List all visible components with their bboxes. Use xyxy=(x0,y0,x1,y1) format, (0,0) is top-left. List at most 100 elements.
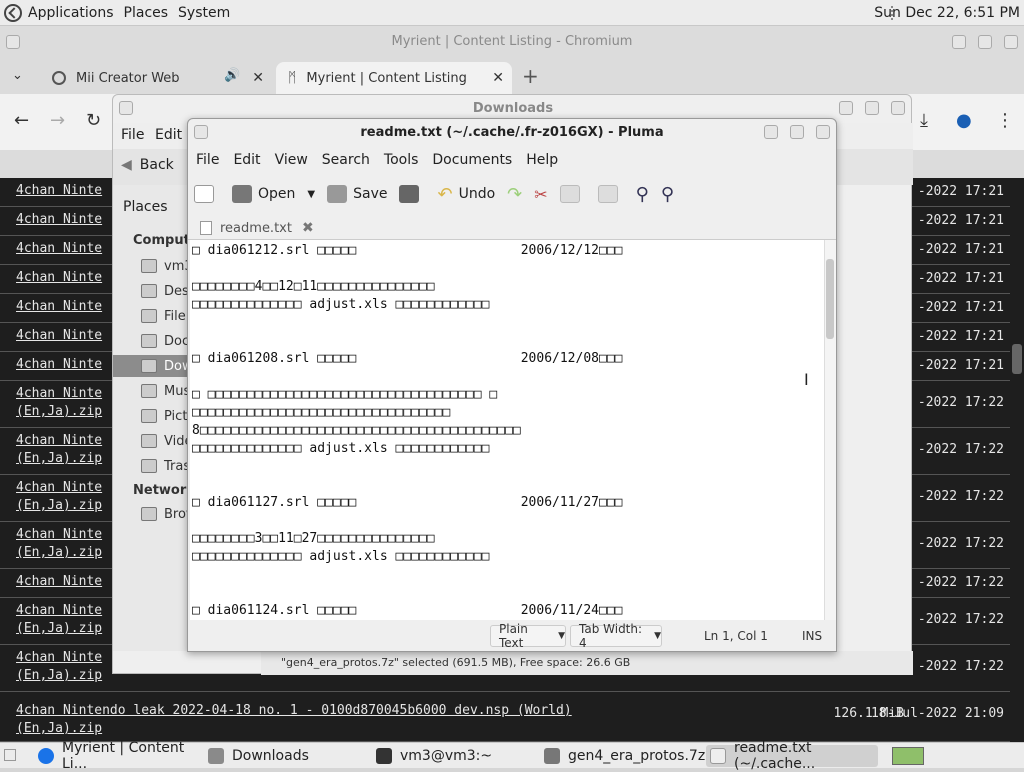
system-menu[interactable]: System xyxy=(174,0,236,26)
table-row[interactable]: 4chan Nintendo leak 2022-04-18 no. 1 - 0… xyxy=(0,698,1024,742)
replace-button[interactable]: ⚲ xyxy=(655,179,680,209)
close-button[interactable] xyxy=(1004,35,1018,49)
close-tab-icon[interactable]: ✖ xyxy=(302,220,314,236)
menu-help[interactable]: Help xyxy=(526,152,558,168)
tab-myrient[interactable]: ᛗ Myrient | Content Listing ✕ xyxy=(276,62,512,94)
folder-icon xyxy=(141,309,157,323)
file-link[interactable]: 4chan Ninte (En,Ja).zip xyxy=(16,385,102,421)
minimize-button[interactable] xyxy=(952,35,966,49)
file-link[interactable]: 4chan Ninte xyxy=(16,298,102,316)
file-link[interactable]: 4chan Nintendo leak 2022-04-18 no. 1 - 0… xyxy=(16,702,572,738)
show-desktop-button[interactable] xyxy=(4,749,16,761)
menu-file[interactable]: File xyxy=(196,152,219,168)
menu-file[interactable]: File xyxy=(121,127,144,143)
new-button[interactable] xyxy=(188,179,226,209)
forward-icon[interactable]: → xyxy=(50,110,65,131)
applications-menu[interactable]: Applications xyxy=(0,0,120,26)
pluma-toolbar: Open ▼ Save ↶ Undo ↷ ✂ ⚲ ⚲ xyxy=(188,175,836,213)
page-scrollbar[interactable] xyxy=(1010,178,1024,742)
back-icon[interactable]: ← xyxy=(14,110,29,131)
pluma-window: readme.txt (~/.cache/.fr-z016GX) - Pluma… xyxy=(187,118,837,652)
save-button[interactable]: Save xyxy=(321,179,393,209)
minimize-button[interactable] xyxy=(839,101,853,115)
file-link[interactable]: 4chan Ninte xyxy=(16,327,102,345)
file-date: 18-Jul-2022 21:09 xyxy=(870,706,1004,721)
minimize-button[interactable] xyxy=(764,125,778,139)
task-label: Myrient | Content Li... xyxy=(62,740,185,772)
menu-view[interactable]: View xyxy=(275,152,308,168)
print-button[interactable] xyxy=(393,179,431,209)
undo-button[interactable]: ↶ Undo xyxy=(431,179,501,209)
window-menu-button[interactable] xyxy=(119,101,133,115)
maximize-button[interactable] xyxy=(790,125,804,139)
menu-edit[interactable]: Edit xyxy=(233,152,260,168)
text-line: □ dia061208.srl □□□□□ 2006/12/08□□□ xyxy=(192,351,623,366)
copy-button[interactable] xyxy=(554,179,592,209)
file-link[interactable]: 4chan Ninte xyxy=(16,356,102,374)
workspace-switcher[interactable] xyxy=(892,747,924,765)
speaker-icon[interactable]: 🔊 xyxy=(224,68,240,83)
menu-documents[interactable]: Documents xyxy=(432,152,512,168)
tab-width-dropdown[interactable]: Tab Width: 4 ▼ xyxy=(570,622,662,650)
file-link[interactable]: 4chan Ninte xyxy=(16,269,102,287)
reload-icon[interactable]: ↻ xyxy=(86,110,101,131)
task-chromium[interactable]: Myrient | Content Li... xyxy=(34,740,198,772)
undo-label: Undo xyxy=(458,186,496,202)
file-date: -2022 17:22 xyxy=(917,489,1004,504)
window-menu-button[interactable] xyxy=(194,125,208,139)
file-link[interactable]: 4chan Ninte (En,Ja).zip xyxy=(16,526,102,562)
file-link[interactable]: 4chan Ninte xyxy=(16,240,102,258)
insert-mode: INS xyxy=(802,629,823,643)
tab-close-icon[interactable]: ✕ xyxy=(252,70,264,86)
menu-search[interactable]: Search xyxy=(322,152,370,168)
tab-search-icon[interactable]: ⌄ xyxy=(12,68,23,83)
window-menu-button[interactable] xyxy=(6,35,20,49)
text-editor[interactable]: □ dia061212.srl □□□□□ 2006/12/12□□□ □□□□□… xyxy=(190,240,826,620)
profile-icon[interactable]: ● xyxy=(956,110,972,131)
places-dropdown[interactable]: Places xyxy=(123,199,168,215)
close-button[interactable] xyxy=(891,101,905,115)
file-link[interactable]: 4chan Ninte xyxy=(16,211,102,229)
network-icon xyxy=(141,507,157,521)
file-link[interactable]: 4chan Ninte xyxy=(16,573,102,591)
document-tabs: readme.txt ✖ xyxy=(188,214,836,240)
syntax-dropdown[interactable]: Plain Text ▼ xyxy=(490,622,566,650)
file-link[interactable]: 4chan Ninte (En,Ja).zip xyxy=(16,602,102,638)
document-tab[interactable]: readme.txt ✖ xyxy=(192,216,322,240)
close-button[interactable] xyxy=(816,125,830,139)
text-line: □□□□□□□□4□□12□11□□□□□□□□□□□□□□□ xyxy=(192,279,435,294)
file-date: -2022 17:21 xyxy=(917,358,1004,373)
editor-scroll-thumb[interactable] xyxy=(826,259,834,339)
page-scroll-thumb[interactable] xyxy=(1012,344,1022,374)
redo-button[interactable]: ↷ xyxy=(501,179,528,209)
task-archive[interactable]: gen4_era_protos.7z xyxy=(540,745,705,767)
open-button[interactable]: Open ▼ xyxy=(226,179,321,209)
download-icon[interactable]: ⤓ xyxy=(920,110,928,131)
menu-tools[interactable]: Tools xyxy=(384,152,419,168)
new-tab-button[interactable]: + xyxy=(522,64,539,88)
task-pluma[interactable]: readme.txt (~/.cache... xyxy=(706,740,878,772)
chevron-down-icon[interactable]: ▼ xyxy=(307,189,315,200)
menu-icon[interactable]: ⋮ xyxy=(996,110,1014,131)
maximize-button[interactable] xyxy=(865,101,879,115)
task-terminal[interactable]: vm3@vm3:~ xyxy=(372,745,536,767)
file-link[interactable]: 4chan Ninte (En,Ja).zip xyxy=(16,479,102,515)
find-button[interactable]: ⚲ xyxy=(630,179,655,209)
task-downloads[interactable]: Downloads xyxy=(204,745,364,767)
distro-logo-icon xyxy=(4,3,22,22)
file-link[interactable]: 4chan Ninte (En,Ja).zip xyxy=(16,432,102,468)
tab-mii-creator[interactable]: Mii Creator Web 🔊 ✕ xyxy=(40,62,272,94)
clock[interactable]: Sun Dec 22, 6:51 PM xyxy=(874,0,1020,26)
chromium-title: Myrient | Content Listing - Chromium xyxy=(391,34,633,49)
file-link[interactable]: 4chan Ninte (En,Ja).zip xyxy=(16,649,102,685)
paste-icon xyxy=(597,185,618,203)
places-menu[interactable]: Places xyxy=(120,0,175,26)
menu-edit[interactable]: Edit xyxy=(155,127,182,143)
maximize-button[interactable] xyxy=(978,35,992,49)
paste-button[interactable] xyxy=(592,179,630,209)
tab-label: Mii Creator Web xyxy=(76,70,180,86)
back-button[interactable]: ◀ Back xyxy=(121,157,174,173)
file-link[interactable]: 4chan Ninte xyxy=(16,182,102,200)
tab-close-icon[interactable]: ✕ xyxy=(492,70,504,86)
cut-button[interactable]: ✂ xyxy=(528,179,553,209)
